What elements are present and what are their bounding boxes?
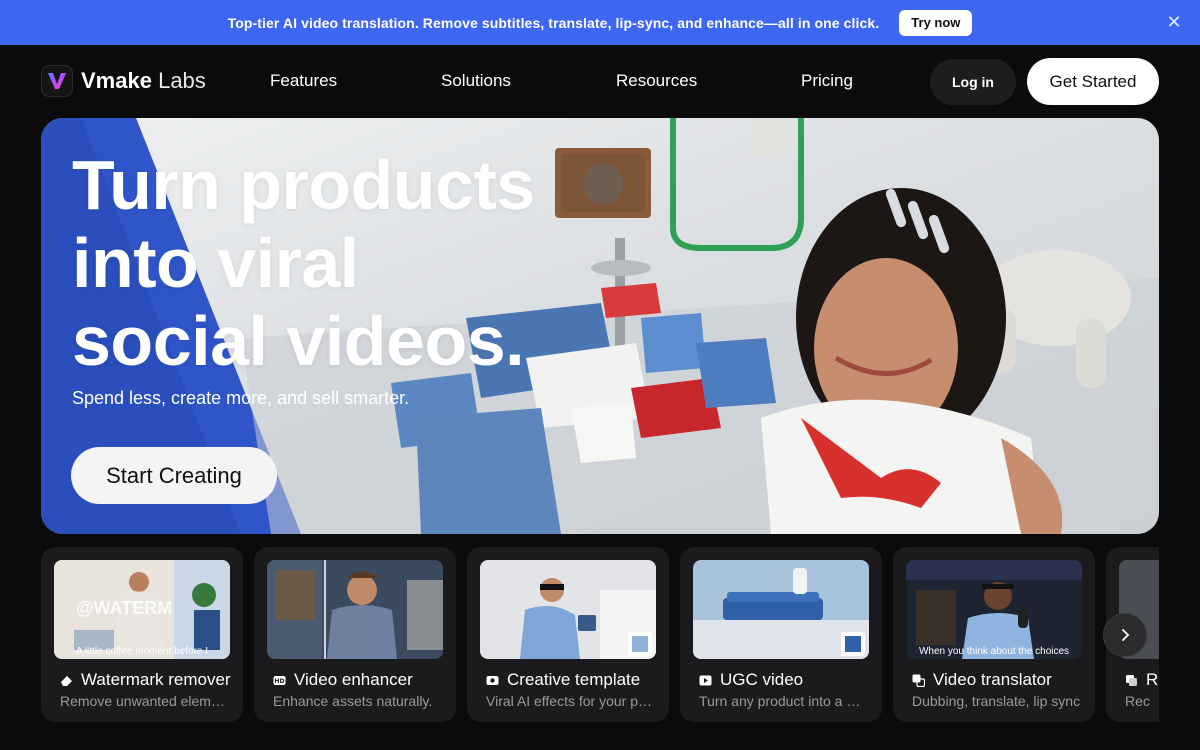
get-started-button[interactable]: Get Started: [1027, 58, 1159, 105]
hero-banner: Turn products into viral social videos. …: [41, 118, 1159, 534]
card-title: UGC video: [699, 670, 803, 690]
translate-icon: [912, 674, 925, 687]
hd-icon: HD: [273, 674, 286, 687]
card-ugc-video[interactable]: UGC video Turn any product into a UGC vi…: [680, 547, 882, 722]
card-video-enhancer[interactable]: HD Video enhancer Enhance assets natural…: [254, 547, 456, 722]
eraser-icon: [60, 674, 73, 687]
logo[interactable]: Vmake Labs: [41, 65, 206, 97]
card-description: Enhance assets naturally.: [273, 693, 433, 709]
video-caption: A little coffee moment before I: [75, 646, 209, 657]
card-description: Viral AI effects for your products: [486, 693, 656, 709]
try-now-button[interactable]: Try now: [899, 9, 973, 36]
card-title: Watermark remover: [60, 670, 231, 690]
hero-title-line: into viral: [72, 224, 359, 302]
nav-solutions[interactable]: Solutions: [441, 71, 511, 91]
hero-title: Turn products into viral social videos.: [72, 146, 535, 380]
card-thumbnail: [693, 560, 869, 659]
card-title: R: [1125, 670, 1158, 690]
svg-text:HD: HD: [274, 678, 284, 685]
hero-title-line: social videos.: [72, 302, 525, 380]
close-icon[interactable]: ✕: [1164, 12, 1184, 32]
card-creative-template[interactable]: Creative template Viral AI effects for y…: [467, 547, 669, 722]
hero-title-line: Turn products: [72, 146, 535, 224]
card-title: HD Video enhancer: [273, 670, 413, 689]
card-thumbnail: @WATERM A little coffee moment before I: [54, 560, 230, 659]
watermark-text: @WATERM: [76, 598, 173, 618]
tool-cards: @WATERM A little coffee moment before I …: [41, 547, 1159, 722]
card-description: Rec: [1125, 693, 1150, 709]
navbar: Vmake Labs Features Solutions Resources …: [0, 45, 1200, 117]
promo-banner: Top-tier AI video translation. Remove su…: [0, 0, 1200, 45]
card-description: Dubbing, translate, lip sync: [912, 693, 1081, 709]
card-thumbnail: When you think about the choices: [906, 560, 1082, 659]
login-button[interactable]: Log in: [930, 59, 1016, 105]
card-title: Creative template: [486, 670, 640, 690]
ugc-icon: [699, 674, 712, 687]
hero-subtitle: Spend less, create more, and sell smarte…: [72, 388, 410, 408]
start-creating-button[interactable]: Start Creating: [71, 447, 277, 504]
carousel-next-button[interactable]: [1103, 613, 1147, 657]
card-watermark-remover[interactable]: @WATERM A little coffee moment before I …: [41, 547, 243, 722]
nav-features[interactable]: Features: [270, 71, 337, 91]
template-icon: [486, 674, 499, 687]
nav-resources[interactable]: Resources: [616, 71, 697, 91]
promo-text: Top-tier AI video translation. Remove su…: [227, 14, 880, 31]
logo-icon: [41, 65, 73, 97]
layers-icon: [1125, 674, 1138, 687]
video-caption: When you think about the choices: [918, 646, 1070, 657]
card-description: Remove unwanted elements: [60, 693, 230, 709]
nav-pricing[interactable]: Pricing: [801, 71, 853, 91]
card-thumbnail: [267, 560, 443, 659]
brand-name: Vmake Labs: [81, 68, 206, 93]
chevron-right-icon: [1122, 629, 1130, 641]
card-video-translator[interactable]: When you think about the choices Video t…: [893, 547, 1095, 722]
card-description: Turn any product into a UGC video: [699, 693, 869, 709]
card-thumbnail: [480, 560, 656, 659]
card-title: Video translator: [912, 670, 1052, 690]
